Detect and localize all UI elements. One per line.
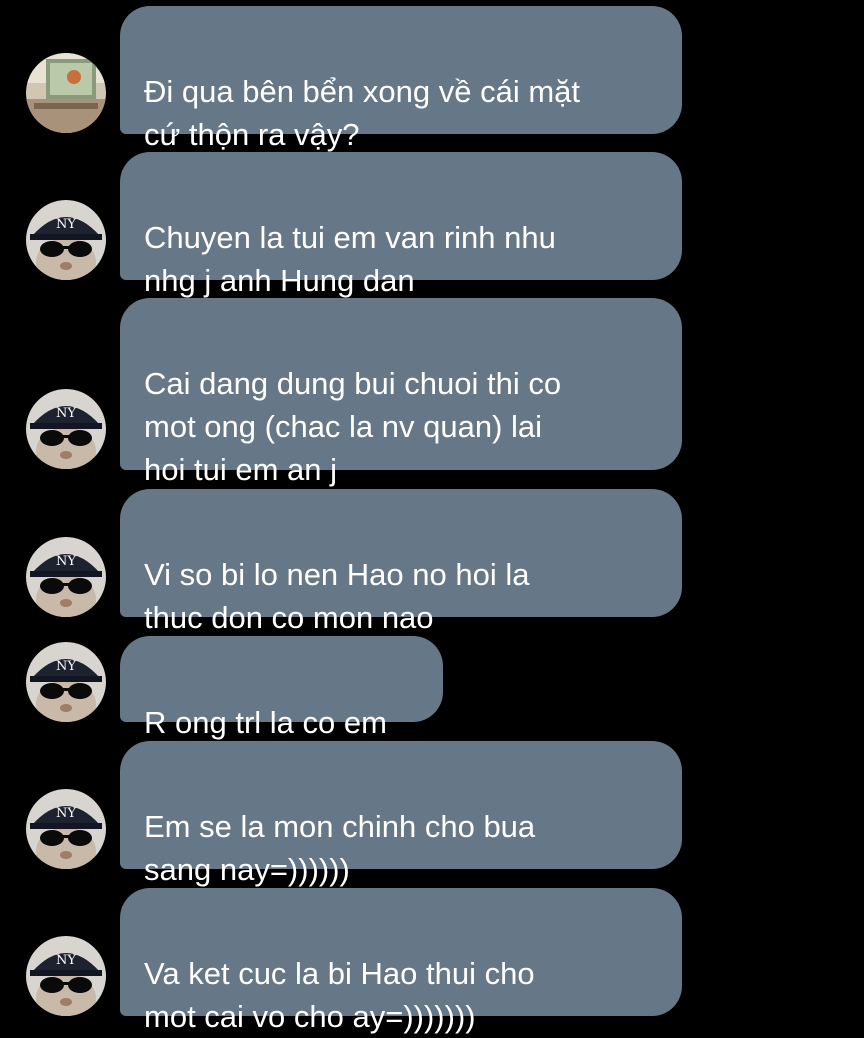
svg-text:NY: NY: [56, 953, 76, 968]
cat-sunglasses-cap-avatar-icon: NY: [26, 389, 106, 469]
message-text: Cai dang dung bui chuoi thi co mot ong (…: [144, 366, 562, 487]
cat-sunglasses-cap-avatar-icon: NY: [26, 200, 106, 280]
message-text: R ong trl la co em: [144, 705, 387, 740]
cat-sunglasses-cap-avatar-icon: NY: [26, 789, 106, 869]
sender-avatar[interactable]: NY: [26, 789, 106, 869]
message-bubble[interactable]: Cai dang dung bui chuoi thi co mot ong (…: [120, 298, 682, 487]
svg-text:NY: NY: [56, 554, 76, 569]
svg-text:NY: NY: [56, 406, 76, 421]
cat-sunglasses-cap-avatar-icon: NY: [26, 642, 106, 722]
message-text: Em se la mon chinh cho bua sang nay=))))…: [144, 809, 536, 887]
message-bubble[interactable]: R ong trl la co em: [120, 636, 443, 740]
svg-text:NY: NY: [56, 217, 76, 232]
message-text: Vi so bi lo nen Hao no hoi la thuc don c…: [144, 557, 530, 635]
message-bubble[interactable]: Va ket cuc la bi Hao thui cho mot cai vo…: [120, 888, 682, 1034]
cat-sunglasses-cap-avatar-icon: NY: [26, 936, 106, 1016]
sender-avatar-photo[interactable]: [26, 53, 106, 133]
sender-avatar[interactable]: NY: [26, 389, 106, 469]
message-text: Va ket cuc la bi Hao thui cho mot cai vo…: [144, 956, 535, 1034]
message-text: Chuyen la tui em van rinh nhu nhg j anh …: [144, 220, 556, 298]
message-bubble[interactable]: Vi so bi lo nen Hao no hoi la thuc don c…: [120, 489, 682, 635]
sender-avatar[interactable]: NY: [26, 642, 106, 722]
svg-text:NY: NY: [56, 659, 76, 674]
cat-sunglasses-cap-avatar-icon: NY: [26, 537, 106, 617]
message-bubble[interactable]: Đi qua bên bển xong về cái mặt cứ thộn r…: [120, 6, 682, 152]
message-text: Đi qua bên bển xong về cái mặt cứ thộn r…: [144, 74, 580, 152]
message-bubble[interactable]: Em se la mon chinh cho bua sang nay=))))…: [120, 741, 682, 887]
message-bubble[interactable]: Chuyen la tui em van rinh nhu nhg j anh …: [120, 152, 682, 298]
sender-avatar[interactable]: NY: [26, 936, 106, 1016]
sender-avatar[interactable]: NY: [26, 537, 106, 617]
sender-avatar[interactable]: NY: [26, 200, 106, 280]
svg-text:NY: NY: [56, 806, 76, 821]
home-photo-avatar-icon: [26, 53, 106, 133]
